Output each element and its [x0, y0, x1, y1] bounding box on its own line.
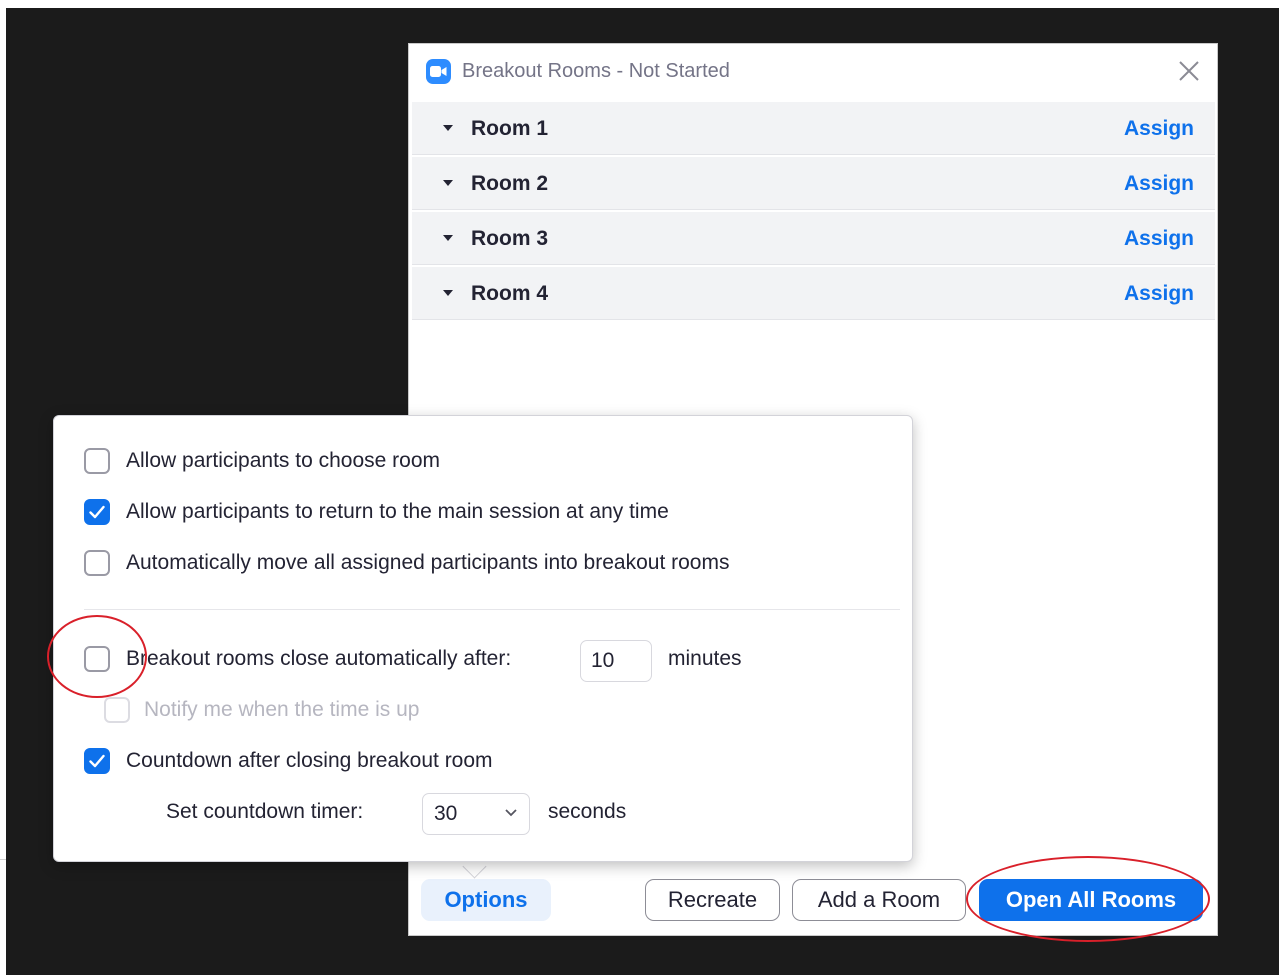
options-button[interactable]: Options: [421, 879, 551, 921]
options-popover: Allow participants to choose room Allow …: [53, 415, 913, 862]
assign-link[interactable]: Assign: [1124, 172, 1194, 196]
room-name: Room 2: [471, 172, 549, 195]
caret-down-icon[interactable]: [443, 180, 453, 186]
close-icon[interactable]: [1175, 57, 1203, 85]
countdown-label: Countdown after closing breakout room: [126, 749, 493, 772]
auto-move-label: Automatically move all assigned particip…: [126, 551, 730, 574]
zoom-camera-icon: [426, 59, 451, 84]
footer-toolbar: Options Recreate Add a Room Open All Roo…: [409, 876, 1217, 932]
minutes-unit-label: minutes: [668, 647, 742, 670]
option-auto-close[interactable]: Breakout rooms close automatically after…: [54, 640, 894, 682]
chevron-down-icon: [505, 809, 517, 817]
room-row[interactable]: Room 1 Assign: [412, 102, 1215, 155]
countdown-timer-value: 30: [434, 802, 458, 825]
assign-link[interactable]: Assign: [1124, 227, 1194, 251]
edge-line: [0, 859, 6, 860]
titlebar: Breakout Rooms - Not Started: [409, 44, 1217, 100]
notify-checkbox: [104, 697, 130, 723]
window-title: Breakout Rooms - Not Started: [462, 60, 730, 82]
countdown-checkbox[interactable]: [84, 748, 110, 774]
auto-move-checkbox[interactable]: [84, 550, 110, 576]
divider: [84, 609, 900, 610]
open-all-rooms-button[interactable]: Open All Rooms: [979, 879, 1203, 921]
room-name: Room 4: [471, 282, 549, 305]
minutes-input[interactable]: [580, 640, 652, 682]
room-row[interactable]: Room 3 Assign: [412, 212, 1215, 265]
caret-down-icon[interactable]: [443, 125, 453, 131]
allow-return-label: Allow participants to return to the main…: [126, 500, 669, 523]
room-name: Room 3: [471, 227, 549, 250]
auto-close-label: Breakout rooms close automatically after…: [126, 647, 512, 670]
allow-choose-room-checkbox[interactable]: [84, 448, 110, 474]
caret-down-icon[interactable]: [443, 235, 453, 241]
countdown-timer-row: Set countdown timer: 30 seconds: [54, 793, 894, 835]
room-name: Room 1: [471, 117, 549, 140]
assign-link[interactable]: Assign: [1124, 282, 1194, 306]
assign-link[interactable]: Assign: [1124, 117, 1194, 141]
recreate-button[interactable]: Recreate: [645, 879, 780, 921]
room-row[interactable]: Room 2 Assign: [412, 157, 1215, 210]
add-room-button[interactable]: Add a Room: [792, 879, 966, 921]
countdown-timer-select[interactable]: 30: [422, 793, 530, 835]
auto-close-checkbox[interactable]: [84, 646, 110, 672]
room-row[interactable]: Room 4 Assign: [412, 267, 1215, 320]
notify-label: Notify me when the time is up: [144, 698, 420, 721]
allow-choose-room-label: Allow participants to choose room: [126, 449, 440, 472]
countdown-timer-label: Set countdown timer:: [166, 800, 364, 823]
allow-return-checkbox[interactable]: [84, 499, 110, 525]
seconds-unit-label: seconds: [548, 800, 627, 823]
room-list: Room 1 Assign Room 2 Assign Room 3 Assig…: [412, 102, 1215, 322]
caret-down-icon[interactable]: [443, 290, 453, 296]
